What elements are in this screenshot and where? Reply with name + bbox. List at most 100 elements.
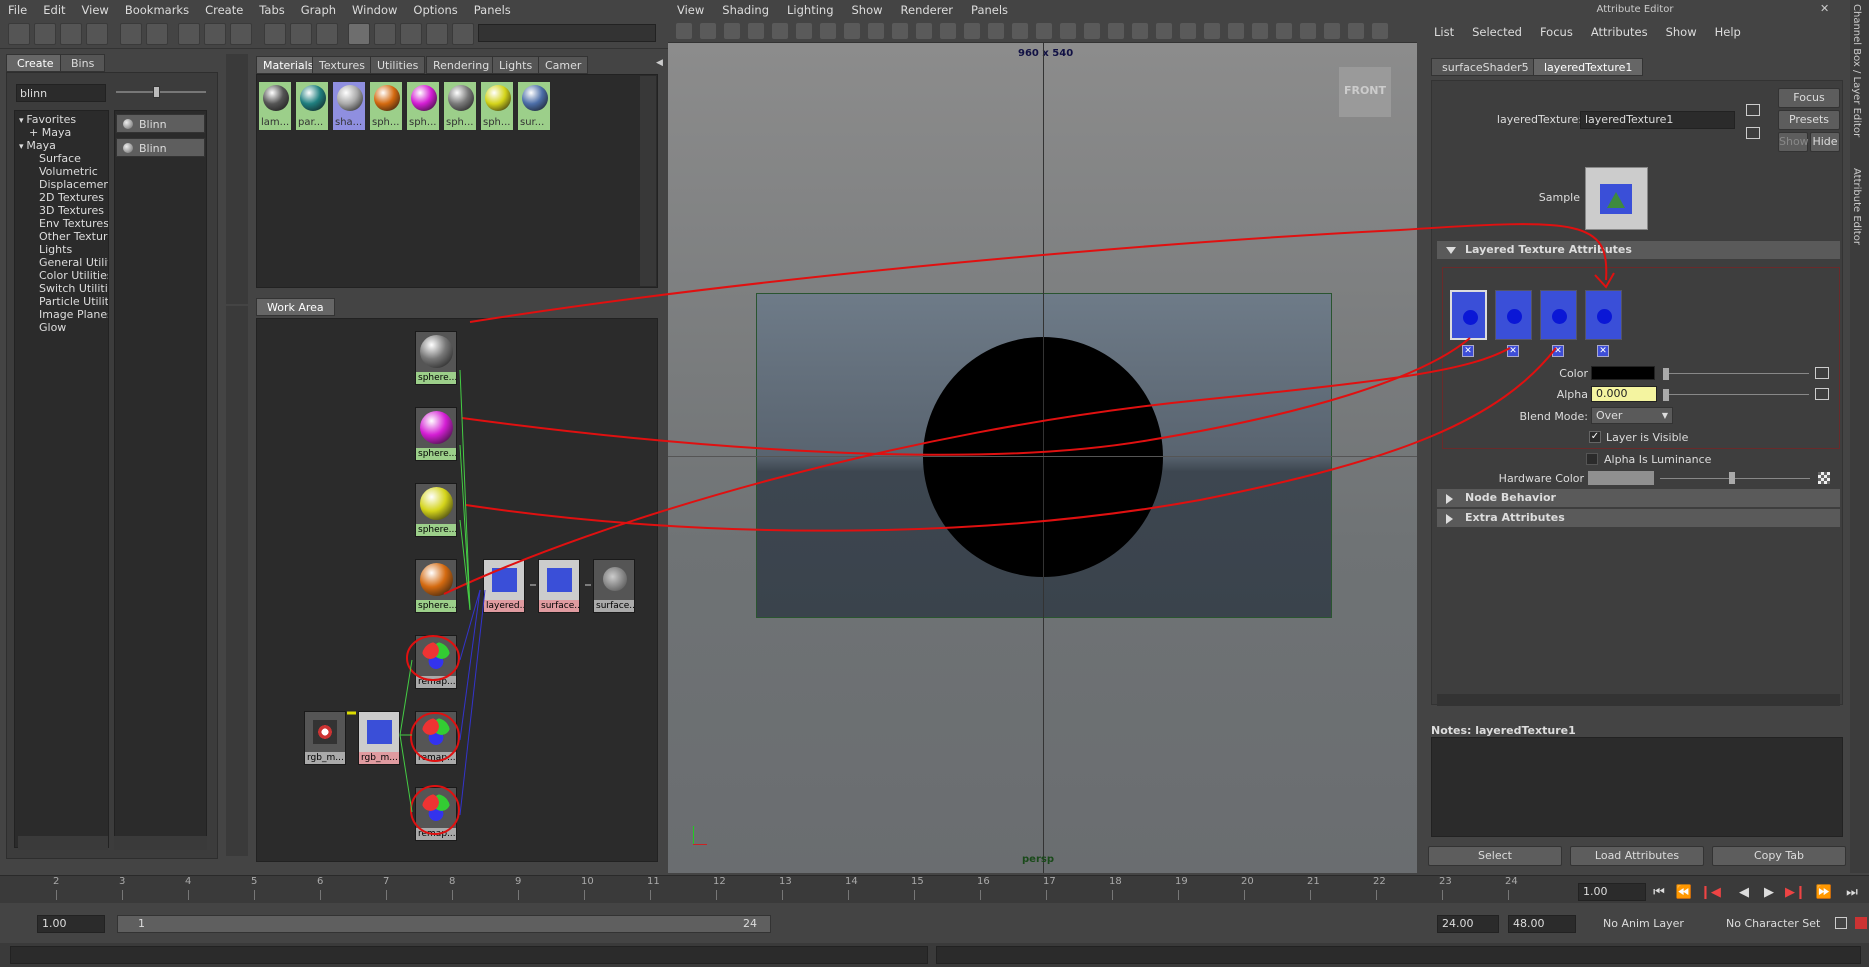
viewport-tool-icon[interactable]	[1228, 23, 1244, 39]
list-scrollbar[interactable]	[114, 836, 207, 850]
tree-item[interactable]: Lights	[15, 243, 108, 256]
viewport-tool-icon[interactable]	[1276, 23, 1292, 39]
close-icon[interactable]: ✕	[1820, 2, 1834, 16]
list-item[interactable]: Blinn	[116, 138, 205, 157]
layer-swatch[interactable]	[1585, 290, 1622, 340]
viewport-menu-panels[interactable]: Panels	[962, 3, 1017, 17]
go-to-end-icon[interactable]: ⏭	[1843, 884, 1861, 902]
viewport-tool-icon[interactable]	[1132, 23, 1148, 39]
layer-swatch[interactable]	[1450, 290, 1487, 340]
input-connection-icon[interactable]	[1746, 104, 1760, 116]
viewport-tool-icon[interactable]	[1108, 23, 1124, 39]
graph-2-icon[interactable]	[146, 23, 168, 45]
layout-split-icon[interactable]	[60, 23, 82, 45]
node-name-field[interactable]: layeredTexture1	[1580, 111, 1735, 129]
viewport-menu-view[interactable]: View	[668, 3, 713, 17]
color-slider-handle[interactable]	[1663, 368, 1669, 380]
viewport-tool-icon[interactable]	[1060, 23, 1076, 39]
map-button-icon[interactable]	[1815, 367, 1829, 379]
paint-icon[interactable]	[178, 23, 200, 45]
notes-textarea[interactable]	[1431, 737, 1843, 837]
viewport-tool-icon[interactable]	[676, 23, 692, 39]
viewport-tool-icon[interactable]	[1204, 23, 1220, 39]
map-button-icon[interactable]	[1815, 388, 1829, 400]
tree-item[interactable]: + Maya	[15, 126, 108, 139]
alpha-field[interactable]: 0.000	[1591, 386, 1657, 402]
current-frame-field[interactable]: 1.00	[1578, 883, 1646, 901]
tab-materials[interactable]: Materials	[256, 56, 321, 74]
output-connections-icon[interactable]	[316, 23, 338, 45]
material-swatch[interactable]: sur...	[517, 81, 551, 131]
graph-node[interactable]: remap...	[415, 787, 457, 841]
toolbar-search-input[interactable]	[478, 24, 656, 42]
hardware-color-slider-handle[interactable]	[1729, 472, 1735, 484]
in-out-connections-icon[interactable]	[290, 23, 312, 45]
tree-item[interactable]: 2D Textures	[15, 191, 108, 204]
tree-item[interactable]: Surface	[15, 152, 108, 165]
menu-item-tabs[interactable]: Tabs	[251, 3, 292, 17]
material-swatch[interactable]: sha...	[332, 81, 366, 131]
graph-node[interactable]: sphere...	[415, 331, 457, 385]
step-back-frame-icon[interactable]: ❙◀	[1700, 884, 1721, 902]
copy-tab-button[interactable]: Copy Tab	[1712, 846, 1846, 866]
tab-utilities[interactable]: Utilities	[370, 56, 426, 74]
layout-single-icon[interactable]	[34, 23, 56, 45]
command-input[interactable]	[10, 946, 928, 964]
network-icon[interactable]	[204, 23, 226, 45]
ae-menu-list[interactable]: List	[1425, 25, 1463, 39]
viewport-tool-icon[interactable]	[1180, 23, 1196, 39]
hide-button[interactable]: Hide	[1810, 132, 1840, 152]
alpha-slider-handle[interactable]	[1663, 389, 1669, 401]
viewport-tool-icon[interactable]	[844, 23, 860, 39]
tree-item[interactable]: Other Textures	[15, 230, 108, 243]
start-time-field[interactable]: 1.00	[37, 915, 105, 933]
graph-node[interactable]: sphere...	[415, 483, 457, 537]
auto-key-icon[interactable]	[1855, 917, 1867, 929]
tree-item[interactable]: Volumetric	[15, 165, 108, 178]
step-back-key-icon[interactable]: ⏪	[1675, 884, 1693, 902]
network-2-icon[interactable]	[230, 23, 252, 45]
toggle-panel-icon[interactable]	[8, 23, 30, 45]
node-graph[interactable]: sphere... sphere... sphere... sphere... laye…	[256, 318, 658, 862]
section-layered-texture[interactable]: Layered Texture Attributes	[1437, 241, 1840, 259]
material-scrollbar[interactable]	[640, 76, 656, 286]
presets-button[interactable]: Presets	[1778, 110, 1840, 130]
tree-item[interactable]: Glow	[15, 321, 108, 334]
viewport-tool-icon[interactable]	[1324, 23, 1340, 39]
menu-item-window[interactable]: Window	[344, 3, 405, 17]
viewport-tool-icon[interactable]	[916, 23, 932, 39]
range-slider[interactable]: 1 24	[117, 915, 771, 933]
menu-item-file[interactable]: File	[0, 3, 35, 17]
view-cube-front[interactable]: FRONT	[1339, 67, 1391, 117]
remove-layer-icon[interactable]: ✕	[1552, 345, 1564, 357]
step-forward-key-icon[interactable]: ⏩	[1815, 884, 1833, 902]
blend-mode-select[interactable]: Over ▼	[1591, 407, 1673, 424]
tree-item[interactable]: Switch Utilities	[15, 282, 108, 295]
tree-item[interactable]: 3D Textures	[15, 204, 108, 217]
viewport-tool-icon[interactable]	[964, 23, 980, 39]
tab-camer[interactable]: Camer	[538, 56, 589, 74]
remove-layer-icon[interactable]: ✕	[1597, 345, 1609, 357]
menu-item-bookmarks[interactable]: Bookmarks	[117, 3, 197, 17]
viewport-tool-icon[interactable]	[988, 23, 1004, 39]
character-set-select[interactable]: No Character Set	[1726, 917, 1820, 930]
menu-item-options[interactable]: Options	[405, 3, 465, 17]
viewport-tool-icon[interactable]	[940, 23, 956, 39]
viewport-menu-show[interactable]: Show	[843, 3, 892, 17]
clear-graph-icon[interactable]	[400, 23, 422, 45]
ae-menu-show[interactable]: Show	[1657, 25, 1706, 39]
focus-button[interactable]: Focus	[1778, 88, 1840, 108]
tree-item[interactable]: ▾ Maya	[15, 139, 108, 152]
play-backwards-icon[interactable]: ◀	[1735, 884, 1753, 902]
material-swatch[interactable]: sph...	[480, 81, 514, 131]
layer-swatch[interactable]	[1495, 290, 1532, 340]
graph-icon[interactable]	[120, 23, 142, 45]
viewport-tool-icon[interactable]	[1348, 23, 1364, 39]
viewport-tool-icon[interactable]	[1156, 23, 1172, 39]
viewport-tool-icon[interactable]	[892, 23, 908, 39]
tab-rendering[interactable]: Rendering	[426, 56, 497, 74]
viewport-tool-icon[interactable]	[1372, 23, 1388, 39]
tab-layeredtexture1[interactable]: layeredTexture1	[1533, 58, 1644, 76]
tab-work-area[interactable]: Work Area	[256, 298, 335, 316]
material-swatch[interactable]: sph...	[406, 81, 440, 131]
